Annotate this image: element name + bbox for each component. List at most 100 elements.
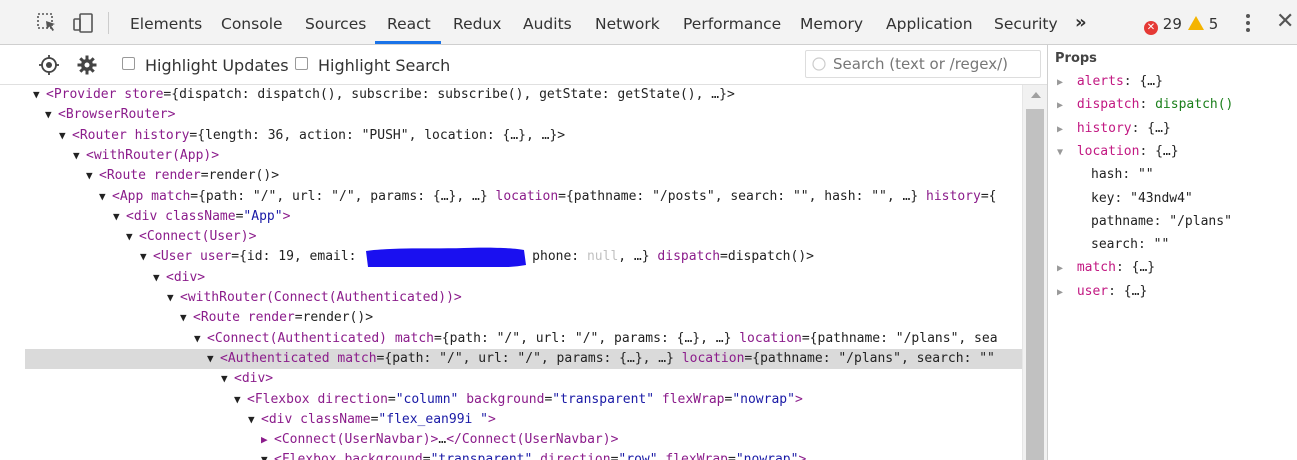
- prop-key: match: [1076, 260, 1116, 276]
- target-select-icon[interactable]: [38, 54, 60, 76]
- tab-elements[interactable]: Elements: [130, 0, 202, 45]
- tree-token: background: [344, 452, 423, 460]
- expand-arrow-icon[interactable]: ▶: [1057, 282, 1069, 304]
- expand-arrow-icon[interactable]: ▶: [1057, 95, 1069, 117]
- collapse-arrow-icon[interactable]: ▼: [180, 308, 193, 328]
- tree-node[interactable]: ▶ <Connect(UserNavbar)>…</Connect(UserNav…: [25, 430, 1022, 450]
- expand-arrow-icon[interactable]: ▶: [1057, 72, 1069, 94]
- tab-network[interactable]: Network: [595, 0, 660, 45]
- checkbox-box[interactable]: [122, 57, 135, 70]
- expand-arrow-icon[interactable]: ▶: [261, 430, 274, 450]
- prop-row-dispatch[interactable]: ▶ dispatch: dispatch(): [1048, 94, 1297, 116]
- settings-gear-icon[interactable]: [76, 54, 98, 76]
- collapse-arrow-icon[interactable]: ▼: [1057, 142, 1069, 164]
- tab-audits[interactable]: Audits: [523, 0, 572, 45]
- tree-token: match: [151, 188, 191, 204]
- prop-row-user[interactable]: ▶ user: {…}: [1048, 281, 1297, 303]
- collapse-arrow-icon[interactable]: ▼: [33, 85, 46, 105]
- expand-arrow-icon[interactable]: ▶: [1057, 258, 1069, 280]
- tree-token: <withRouter(App)>: [86, 147, 220, 163]
- collapse-arrow-icon[interactable]: ▼: [261, 450, 274, 460]
- collapse-arrow-icon[interactable]: ▼: [221, 369, 234, 389]
- checkbox-box[interactable]: [295, 57, 308, 70]
- prop-row-key: key: "43ndw4": [1091, 190, 1193, 206]
- tab-security[interactable]: Security: [994, 0, 1058, 45]
- react-toolbar: Highlight Updates Highlight Search: [0, 45, 1047, 85]
- tree-token: <div: [261, 411, 301, 427]
- warning-count-badge[interactable]: 5: [1188, 0, 1218, 48]
- more-tabs-button[interactable]: »: [1075, 0, 1087, 46]
- tab-sources[interactable]: Sources: [305, 0, 366, 45]
- props-title: Props: [1055, 51, 1097, 66]
- tree-token: <User: [153, 249, 200, 265]
- expand-arrow-icon[interactable]: ▶: [1057, 119, 1069, 141]
- component-search-box[interactable]: [805, 50, 1041, 78]
- collapse-arrow-icon[interactable]: ▼: [167, 288, 180, 308]
- collapse-arrow-icon[interactable]: ▼: [45, 105, 58, 125]
- tree-token: match: [337, 350, 377, 366]
- collapse-arrow-icon[interactable]: ▼: [248, 410, 261, 430]
- collapse-arrow-icon[interactable]: ▼: [153, 268, 166, 288]
- tree-node[interactable]: ▼ <div className="App">: [25, 207, 1022, 227]
- scroll-up-arrow-icon[interactable]: [1031, 92, 1041, 98]
- prop-row-alerts[interactable]: ▶ alerts: {…}: [1048, 71, 1297, 93]
- tree-node[interactable]: ▼ <Connect(Authenticated) match={path: "/…: [25, 329, 1022, 349]
- tab-memory[interactable]: Memory: [800, 0, 863, 45]
- tree-node[interactable]: ▼ <BrowserRouter>: [25, 105, 1022, 125]
- tree-token: direction: [317, 391, 388, 407]
- prop-key: alerts: [1076, 74, 1124, 89]
- highlight-search-checkbox[interactable]: Highlight Search: [295, 55, 450, 77]
- inspect-element-icon[interactable]: [36, 12, 58, 34]
- tree-node[interactable]: ▼ <withRouter(Connect(Authenticated))>: [25, 288, 1022, 308]
- collapse-arrow-icon[interactable]: ▼: [234, 390, 247, 410]
- search-input[interactable]: [833, 53, 1033, 75]
- tree-node[interactable]: ▼ <div>: [25, 268, 1022, 288]
- tree-node-selected[interactable]: ▼ <Authenticated match={path: "/", url: "…: [25, 348, 1022, 369]
- tab-performance[interactable]: Performance: [683, 0, 781, 45]
- tree-node[interactable]: ▼ <div>: [25, 369, 1022, 389]
- collapse-arrow-icon[interactable]: ▼: [126, 227, 139, 247]
- tree-node[interactable]: ▼ <Connect(User)>: [25, 227, 1022, 247]
- collapse-arrow-icon[interactable]: ▼: [73, 146, 86, 166]
- collapse-arrow-icon[interactable]: ▼: [140, 247, 153, 267]
- tree-token: ={path: "/", url: "/", params: {…}, …}: [433, 330, 740, 346]
- prop-row-match[interactable]: ▶ match: {…}: [1048, 257, 1297, 279]
- toolbar-divider: [108, 12, 109, 34]
- device-toolbar-icon[interactable]: [72, 12, 94, 34]
- tree-node[interactable]: ▼ <withRouter(App)>: [25, 146, 1022, 166]
- collapse-arrow-icon[interactable]: ▼: [99, 187, 112, 207]
- customize-menu-icon[interactable]: [1241, 12, 1255, 34]
- collapse-arrow-icon[interactable]: ▼: [194, 329, 207, 349]
- error-count-badge[interactable]: ✕ 29: [1144, 0, 1182, 48]
- tab-console[interactable]: Console: [221, 0, 283, 45]
- prop-row-hash: hash: "": [1091, 167, 1154, 183]
- scrollbar-thumb[interactable]: [1026, 109, 1044, 460]
- prop-row-history[interactable]: ▶ history: {…}: [1048, 118, 1297, 140]
- collapse-arrow-icon[interactable]: ▼: [86, 166, 99, 186]
- tree-node[interactable]: ▼ <Route render=render()>: [25, 166, 1022, 186]
- close-devtools-icon[interactable]: ✕: [1276, 10, 1294, 34]
- tree-token: "column": [395, 391, 459, 407]
- tab-react[interactable]: React: [387, 0, 431, 45]
- tree-token: =: [422, 452, 431, 460]
- tree-node[interactable]: ▼ <Provider store={dispatch: dispatch(), …: [25, 85, 1022, 105]
- tree-node[interactable]: ▼ <App match={path: "/", url: "/", params…: [25, 187, 1022, 207]
- prop-row-location[interactable]: ▼ location: {…}: [1048, 141, 1297, 163]
- tree-scrollbar[interactable]: [1022, 85, 1047, 460]
- tree-node[interactable]: ▼ <Flexbox direction="column" background=…: [25, 390, 1022, 410]
- tree-node[interactable]: ▼ <Flexbox background="transparent" direc…: [25, 450, 1022, 460]
- tab-application[interactable]: Application: [886, 0, 973, 45]
- collapse-arrow-icon[interactable]: ▼: [113, 207, 126, 227]
- tab-redux[interactable]: Redux: [453, 0, 501, 45]
- collapse-arrow-icon[interactable]: ▼: [59, 126, 72, 146]
- tree-node[interactable]: ▼ <Router history={length: 36, action: "P…: [25, 126, 1022, 146]
- tree-node[interactable]: ▼ <div className="flex_ean99i ">: [25, 410, 1022, 430]
- tree-token: <App: [112, 188, 152, 204]
- collapse-arrow-icon[interactable]: ▼: [207, 349, 220, 369]
- tree-node[interactable]: ▼ <User user={id: 19, email: phone: null,…: [25, 247, 1022, 268]
- highlight-updates-checkbox[interactable]: Highlight Updates: [122, 55, 289, 77]
- prop-key: hash: [1091, 167, 1123, 183]
- tree-node[interactable]: ▼ <Route render=render()>: [25, 308, 1022, 328]
- prop-value: "": [1137, 167, 1154, 183]
- tree-token: render: [247, 310, 295, 326]
